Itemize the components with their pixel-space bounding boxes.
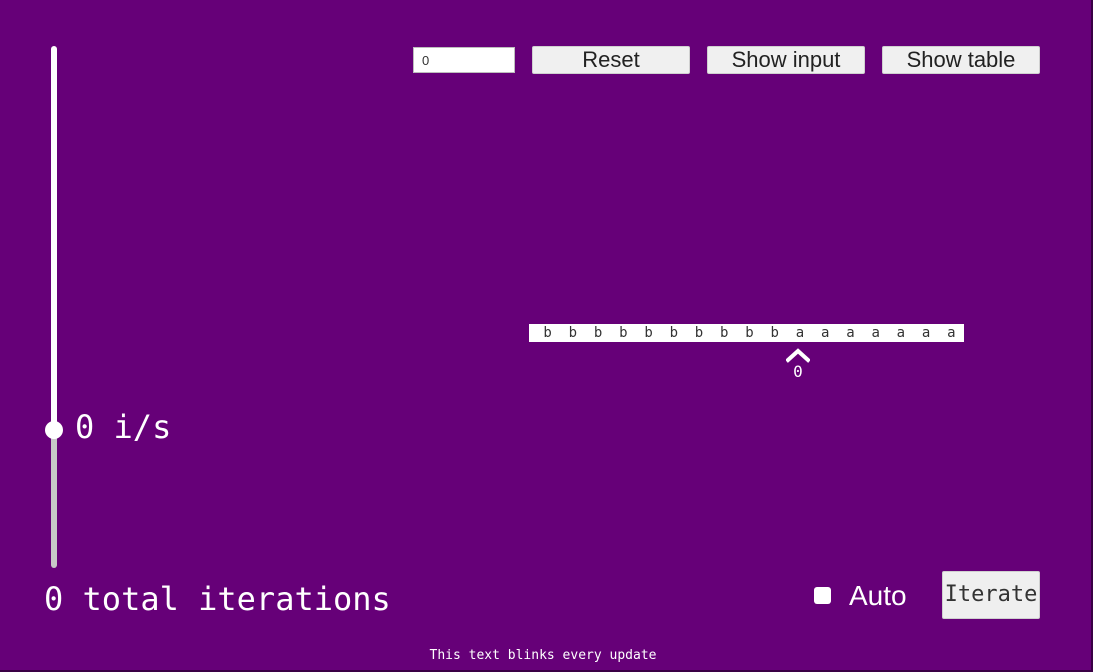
tape-input-field[interactable] (413, 47, 515, 73)
head-position-label: 0 (793, 362, 803, 381)
speed-slider-track-lower[interactable] (51, 430, 57, 568)
auto-label: Auto (849, 580, 907, 611)
speed-slider-track-upper[interactable] (51, 46, 57, 430)
tape-cell: b (720, 325, 729, 341)
iterate-button[interactable]: Iterate (942, 571, 1040, 619)
tape-cell: b (543, 325, 552, 341)
tape-cell: b (745, 325, 754, 341)
tape-cell: b (644, 325, 653, 341)
tape-cell: b (619, 325, 628, 341)
tape-cell: a (896, 325, 906, 341)
tape-cell: b (568, 325, 578, 341)
tape-cell: a (846, 325, 855, 341)
tape-cell: a (820, 325, 830, 341)
tape-cell: b (770, 325, 779, 341)
show-input-button[interactable]: Show input (707, 46, 865, 74)
speed-readout: 0 i/s (75, 408, 172, 446)
tape-cell: a (947, 325, 956, 341)
tape: bbbbbbbbbbaaaaaaa (529, 324, 964, 342)
speed-slider-thumb[interactable] (45, 421, 63, 439)
tape-cell: a (871, 325, 880, 341)
reset-button[interactable]: Reset (532, 46, 690, 74)
tape-cell: b (694, 325, 704, 341)
chevron-up-icon (785, 347, 811, 363)
total-iterations-counter: 0 total iterations (44, 580, 391, 618)
show-table-button[interactable]: Show table (882, 46, 1040, 74)
auto-checkbox[interactable] (814, 587, 831, 604)
tape-cell: b (669, 325, 678, 341)
tape-cell: b (593, 325, 603, 341)
blink-status-text: This text blinks every update (429, 648, 657, 663)
tape-cell: a (795, 325, 805, 341)
tape-cell: a (921, 325, 931, 341)
